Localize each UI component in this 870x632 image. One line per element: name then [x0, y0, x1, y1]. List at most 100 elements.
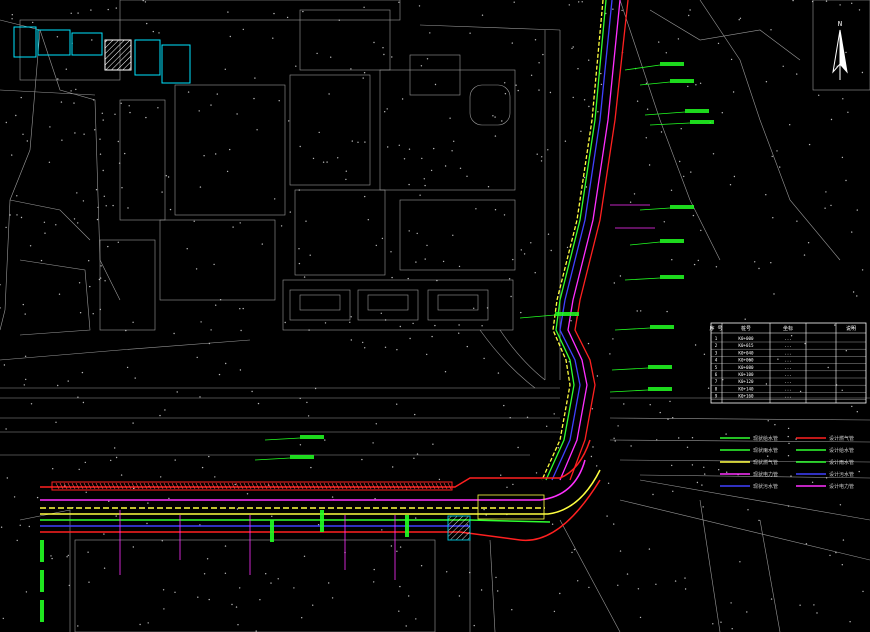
- survey-point: [399, 585, 401, 588]
- survey-point: [429, 32, 431, 34]
- survey-point: [609, 353, 611, 355]
- survey-point: [391, 56, 393, 58]
- survey-point: [261, 243, 263, 245]
- survey-point: [744, 318, 746, 320]
- hatch-line: [59, 482, 64, 490]
- survey-point: [15, 114, 17, 117]
- survey-point: [373, 568, 375, 571]
- hatch-line: [319, 482, 324, 490]
- hatch-line: [259, 482, 264, 490]
- survey-point: [399, 546, 402, 548]
- survey-point: [67, 554, 70, 557]
- survey-point: [231, 603, 233, 606]
- callout-leader: [629, 241, 661, 246]
- survey-point: [818, 94, 820, 97]
- survey-point: [337, 157, 339, 159]
- survey-point: [114, 447, 116, 449]
- callout-label-block: [670, 79, 694, 83]
- hatch-line: [215, 482, 220, 490]
- pipe-legend: 现状给水管 设计燃气管现状雨水管 设计给水管现状燃气管 设计雨水管现状电力管 设计污水管…: [720, 435, 854, 490]
- hatch-line: [363, 482, 368, 490]
- survey-point: [94, 129, 96, 131]
- survey-point: [350, 339, 352, 341]
- survey-point: [324, 439, 326, 441]
- survey-point: [173, 332, 175, 335]
- survey-point: [401, 98, 404, 100]
- callout-label-block: [40, 570, 44, 592]
- hatch-line: [383, 482, 388, 490]
- survey-point: [839, 504, 842, 506]
- survey-point: [829, 554, 831, 557]
- survey-point: [374, 498, 376, 500]
- survey-point: [331, 496, 334, 498]
- survey-point: [125, 329, 127, 332]
- survey-point: [115, 515, 117, 517]
- survey-point: [78, 468, 80, 471]
- survey-point: [305, 220, 307, 222]
- survey-point: [199, 186, 202, 188]
- survey-point: [804, 342, 806, 345]
- survey-point: [208, 598, 210, 601]
- callout-leader: [614, 327, 651, 331]
- survey-point: [11, 18, 13, 20]
- survey-point: [640, 310, 642, 312]
- survey-point: [65, 68, 68, 70]
- survey-point: [349, 321, 351, 323]
- survey-point: [203, 155, 205, 157]
- callout-label-block: [648, 387, 672, 391]
- survey-point: [219, 299, 222, 301]
- callout-label-block: [690, 120, 714, 124]
- table-cell: ...: [784, 394, 792, 399]
- survey-point: [310, 466, 312, 469]
- survey-point: [508, 278, 511, 280]
- survey-point: [364, 347, 366, 349]
- survey-point: [494, 116, 496, 118]
- survey-point: [55, 421, 57, 423]
- survey-point: [367, 219, 369, 221]
- survey-point: [419, 194, 421, 196]
- survey-point: [416, 232, 418, 235]
- survey-point: [805, 543, 808, 545]
- survey-point: [82, 200, 85, 202]
- survey-point: [242, 307, 244, 310]
- survey-point: [500, 474, 502, 476]
- survey-point: [121, 187, 123, 189]
- survey-point: [146, 522, 148, 525]
- survey-point: [145, 116, 147, 119]
- survey-point: [273, 12, 275, 15]
- survey-point: [530, 74, 533, 77]
- hatch-line: [211, 482, 216, 490]
- callout-label-block: [650, 325, 674, 329]
- survey-point: [418, 5, 421, 7]
- survey-point: [506, 486, 508, 488]
- survey-point: [540, 160, 543, 162]
- survey-point: [174, 591, 176, 593]
- hatch-line: [247, 482, 252, 490]
- hatch-line: [107, 482, 112, 490]
- survey-point: [542, 53, 544, 56]
- survey-point: [596, 375, 599, 377]
- survey-point: [803, 254, 806, 256]
- survey-point: [299, 145, 301, 148]
- survey-point: [600, 83, 603, 86]
- survey-point: [453, 140, 455, 142]
- survey-point: [162, 589, 165, 591]
- survey-point: [408, 595, 410, 597]
- survey-point: [796, 73, 798, 75]
- survey-point: [538, 62, 540, 64]
- survey-point: [107, 245, 109, 248]
- survey-point: [169, 208, 172, 211]
- survey-point: [105, 205, 107, 207]
- survey-point: [139, 623, 141, 626]
- hatch-line: [443, 482, 448, 490]
- callout-leader: [264, 437, 301, 441]
- survey-point: [442, 260, 445, 263]
- survey-point: [692, 214, 695, 217]
- survey-point: [187, 91, 190, 93]
- survey-point: [147, 502, 149, 504]
- survey-point: [309, 254, 311, 256]
- survey-point: [792, 0, 794, 2]
- hatch-line: [147, 482, 152, 490]
- hatch-line: [187, 482, 192, 490]
- survey-point: [613, 437, 615, 439]
